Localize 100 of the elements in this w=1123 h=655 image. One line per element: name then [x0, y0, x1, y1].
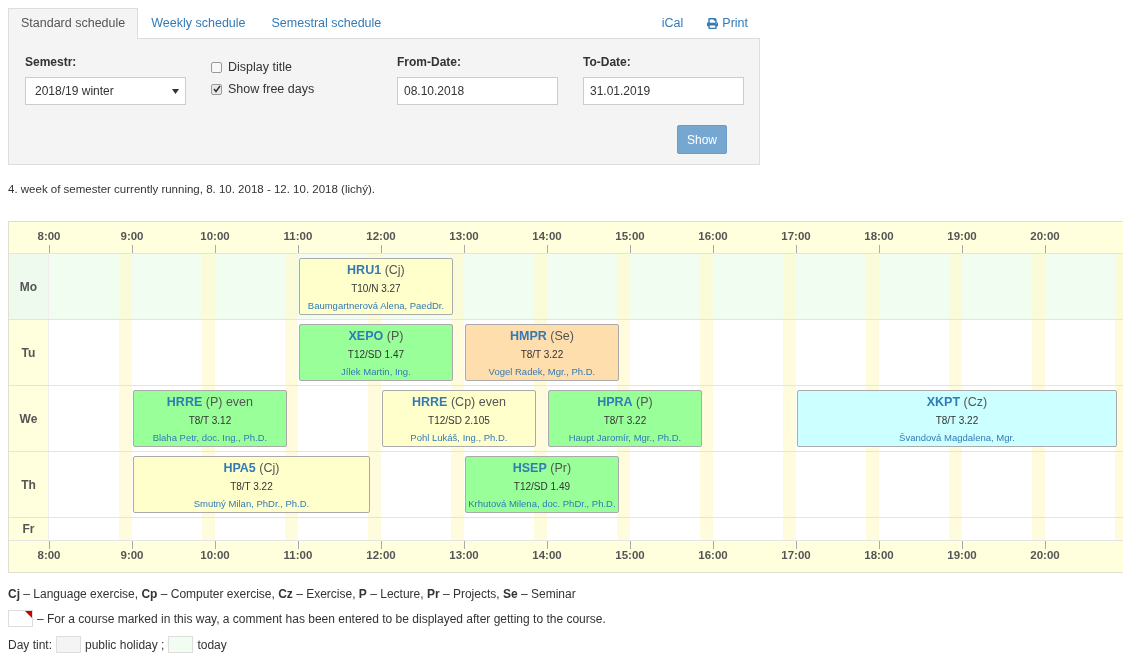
date-field[interactable]: 31.01.2019 [583, 77, 744, 105]
day-label: Mo [9, 254, 49, 319]
teacher-link[interactable]: Krhutová Milena, doc. PhDr., Ph.D. [468, 498, 616, 509]
field-label: To-Date: [583, 55, 632, 71]
comment-marker-icon [8, 610, 33, 627]
hour-label: 16:00 [698, 549, 728, 561]
course-type: (Pr) [550, 461, 572, 475]
teacher-link[interactable]: Blaha Petr, doc. Ing., Ph.D. [152, 432, 268, 443]
room-text: T8/T 3.22 [520, 349, 564, 360]
today-label: today [197, 637, 227, 652]
hour-label: 16:00 [698, 230, 728, 242]
hour-label: 20:00 [1030, 230, 1060, 242]
course-code: HSEP [512, 461, 547, 475]
course-type: (P) [386, 329, 404, 343]
ical-link[interactable]: iCal [661, 9, 684, 38]
day-label: Tu [9, 320, 49, 385]
day-label: Th [9, 452, 49, 517]
hour-label: 8:00 [37, 230, 61, 242]
room-text: T8/T 3.22 [935, 415, 979, 426]
schedule-tab[interactable]: Semestral schedule [258, 8, 395, 39]
day-label: We [9, 386, 49, 451]
hour-label: 14:00 [532, 549, 562, 561]
hour-label: 9:00 [120, 549, 144, 561]
course-type: (Cp) [450, 395, 476, 409]
schedule-tab[interactable]: Weekly schedule [138, 8, 259, 39]
course-type: (P) [636, 395, 653, 409]
type-legend: Cj – Language exercise, Cp – Computer exercise, Cz – Exercise, P – Lecture, Pr – Projects, Se – Seminar [8, 587, 1123, 601]
room-text: T8/T 3.22 [603, 415, 647, 426]
hour-label: 17:00 [781, 549, 811, 561]
course-code: HMPR [509, 329, 547, 343]
course-code: HRRE [412, 395, 448, 409]
holiday-swatch [56, 636, 81, 653]
hour-label: 10:00 [200, 230, 230, 242]
course-block[interactable]: HPA5 (Cj) T8/T 3.22 Smutný Milan, PhDr., Ph.D. [133, 456, 370, 513]
hour-label: 11:00 [283, 230, 313, 242]
room-text: T8/T 3.22 [230, 481, 273, 492]
today-swatch [168, 636, 194, 653]
course-code: HRRE [166, 395, 203, 409]
printer-icon [707, 18, 719, 29]
caret-icon [172, 88, 179, 94]
empty-checkbox[interactable] [211, 61, 222, 73]
print-link[interactable]: Print [707, 9, 748, 38]
course-code: HPRA [597, 395, 633, 409]
checkbox-option[interactable]: Display title [211, 57, 397, 77]
week-parity: even [478, 395, 506, 409]
teacher-link[interactable]: Smutný Milan, PhDr., Ph.D. [193, 498, 310, 509]
teacher-link[interactable]: Jílek Martin, Ing. [341, 366, 411, 377]
hour-label: 15:00 [615, 230, 645, 242]
course-type: (Cj) [259, 461, 280, 475]
teacher-link[interactable]: Pohl Lukáš, Ing., Ph.D. [410, 432, 508, 443]
course-code: HPA5 [223, 461, 256, 475]
course-code: XEPO [348, 329, 384, 343]
hour-label: 11:00 [283, 549, 313, 561]
room-text: T8/T 3.12 [188, 415, 232, 426]
hour-label: 18:00 [864, 549, 894, 561]
field-label: From-Date: [397, 55, 462, 71]
teacher-link[interactable]: Vogel Radek, Mgr., Ph.D. [488, 366, 596, 377]
course-type: (Cz) [963, 395, 988, 409]
hour-label: 20:00 [1030, 549, 1060, 561]
checkbox-option[interactable]: Show free days [211, 79, 397, 99]
course-type: (Cj) [384, 263, 405, 277]
course-code: XKPT [926, 395, 961, 409]
hour-label: 17:00 [781, 230, 811, 242]
room-text: T10/N 3.27 [351, 283, 401, 294]
holiday-label: public holiday ; [85, 637, 165, 652]
semester-select[interactable]: 2018/19 winter [25, 77, 186, 105]
course-type: (Se) [550, 329, 574, 343]
teacher-link[interactable]: Haupt Jaromír, Mgr., Ph.D. [568, 432, 682, 443]
room-text: T12/SD 2.105 [428, 415, 490, 426]
course-block[interactable]: HRRE (Cp) even T12/SD 2.105 Pohl Lukáš, Ing., Ph.D. [382, 390, 536, 447]
hour-label: 19:00 [947, 230, 977, 242]
course-code: HRU1 [347, 263, 382, 277]
week-info: 4. week of semester currently running, 8. 10. 2018 - 12. 10. 2018 (lichý). [8, 183, 376, 195]
hour-label: 9:00 [120, 230, 144, 242]
course-block[interactable]: XKPT (Cz) T8/T 3.22 Švandová Magdalena, Mgr. [797, 390, 1117, 447]
checked-checkbox[interactable] [211, 83, 222, 95]
hour-label: 13:00 [449, 230, 479, 242]
teacher-link[interactable]: Baumgartnerová Alena, PaedDr. [307, 300, 445, 311]
course-block[interactable]: HSEP (Pr) T12/SD 1.49 Krhutová Milena, doc. PhDr., Ph.D. [465, 456, 619, 513]
hour-label: 8:00 [37, 549, 61, 561]
course-block[interactable]: HRU1 (Cj) T10/N 3.27 Baumgartnerová Alena, PaedDr. [299, 258, 453, 315]
hour-label: 14:00 [532, 230, 562, 242]
hour-label: 10:00 [200, 549, 230, 561]
hour-label: 19:00 [947, 549, 977, 561]
course-type: (P) [205, 395, 223, 409]
hour-label: 13:00 [449, 549, 479, 561]
teacher-link[interactable]: Švandová Magdalena, Mgr. [899, 432, 1015, 443]
hour-label: 18:00 [864, 230, 894, 242]
room-text: T12/SD 1.49 [513, 481, 570, 492]
course-block[interactable]: XEPO (P) T12/SD 1.47 Jílek Martin, Ing. [299, 324, 453, 381]
day-label: Fr [9, 518, 49, 540]
course-block[interactable]: HPRA (P) T8/T 3.22 Haupt Jaromír, Mgr., Ph.D. [548, 390, 702, 447]
room-text: T12/SD 1.47 [347, 349, 404, 360]
schedule-tab[interactable]: Standard schedule [8, 8, 139, 39]
comment-note: – For a course marked in this way, a comment has been entered to be displayed after getting to the course. [37, 611, 606, 626]
date-field[interactable]: 08.10.2018 [397, 77, 558, 105]
course-block[interactable]: HMPR (Se) T8/T 3.22 Vogel Radek, Mgr., Ph.D. [465, 324, 619, 381]
course-block[interactable]: HRRE (P) even T8/T 3.12 Blaha Petr, doc. Ing., Ph.D. [133, 390, 287, 447]
hour-label: 15:00 [615, 549, 645, 561]
field-label: Semestr: [25, 55, 78, 71]
